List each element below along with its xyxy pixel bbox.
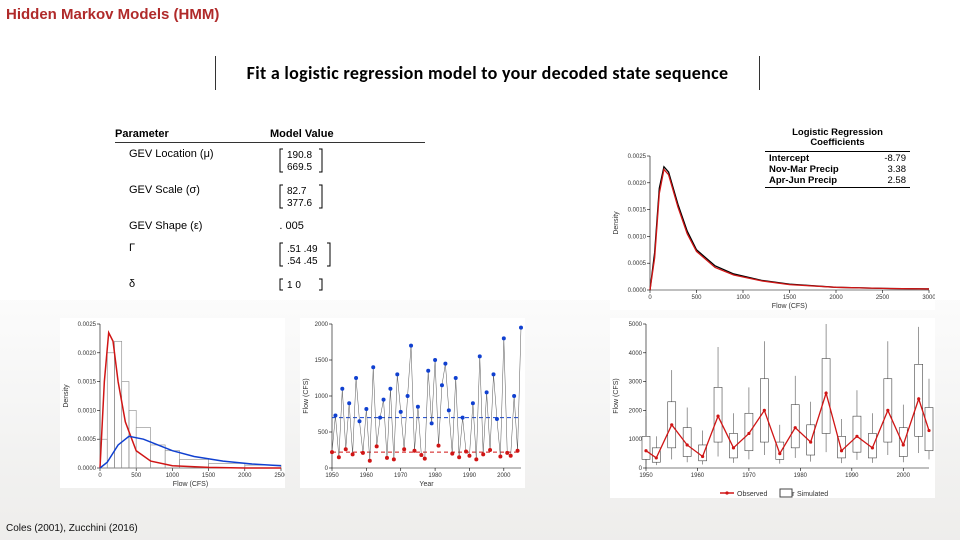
svg-text:1500: 1500 [783,295,797,301]
svg-text:1990: 1990 [845,473,859,479]
parameter-table: Parameter Model Value GEV Location (μ) 1… [115,128,425,297]
svg-text:0.0005: 0.0005 [628,261,647,267]
svg-text:669.5: 669.5 [287,162,312,173]
svg-text:0.0015: 0.0015 [628,208,647,214]
svg-text:2000: 2000 [315,322,329,328]
lr-title-1: Logistic Regression [792,127,883,138]
svg-text:Simulated: Simulated [797,491,828,498]
svg-text:1970: 1970 [742,473,756,479]
logistic-regression-table: Logistic Regression Coefficients Interce… [765,128,910,189]
svg-text:0.0020: 0.0020 [628,181,647,187]
svg-text:2000: 2000 [238,473,252,479]
svg-text:1500: 1500 [202,473,216,479]
table-row: Γ .51 .49.54 .45 [115,237,425,273]
svg-text:0.0025: 0.0025 [628,154,647,160]
svg-text:Flow (CFS): Flow (CFS) [613,378,620,413]
svg-text:0.0015: 0.0015 [78,380,97,386]
svg-text:377.6: 377.6 [287,198,312,209]
svg-text:Flow (CFS): Flow (CFS) [173,481,208,488]
svg-text:2500: 2500 [274,473,285,479]
svg-text:.51 .49: .51 .49 [287,244,318,255]
svg-text:0.0020: 0.0020 [78,351,97,357]
svg-text:1000: 1000 [315,394,329,400]
svg-text:Density: Density [63,384,70,408]
lr-title-2: Coefficients [810,137,864,148]
svg-text:0: 0 [648,295,652,301]
svg-text:1980: 1980 [428,473,442,479]
svg-text:1500: 1500 [315,358,329,364]
svg-text:500: 500 [131,473,142,479]
svg-text:Year: Year [419,481,434,488]
svg-text:1 0: 1 0 [287,280,301,291]
svg-text:.54 .45: .54 .45 [287,256,318,267]
svg-text:190.8: 190.8 [287,150,312,161]
svg-text:1950: 1950 [639,473,653,479]
svg-text:1000: 1000 [736,295,750,301]
svg-text:0: 0 [325,466,329,472]
svg-text:0.0010: 0.0010 [628,234,647,240]
svg-text:3000: 3000 [922,295,935,301]
svg-text:0.0010: 0.0010 [78,408,97,414]
svg-text:Flow (CFS): Flow (CFS) [303,378,310,413]
svg-text:4000: 4000 [629,351,643,357]
svg-text:Flow (CFS): Flow (CFS) [772,303,807,310]
svg-text:Density: Density [613,211,620,235]
table-row: Intercept-8.79 [765,153,910,164]
svg-text:1980: 1980 [794,473,808,479]
main-heading: Fit a logistic regression model to your … [234,62,741,84]
svg-text:1970: 1970 [394,473,408,479]
svg-text:Observed: Observed [737,491,767,498]
svg-text:5000: 5000 [629,322,643,328]
svg-text:0.0000: 0.0000 [78,466,97,472]
value-header: Model Value [270,128,420,140]
svg-text:1000: 1000 [166,473,180,479]
svg-text:1000: 1000 [629,437,643,443]
table-row: GEV Shape (ε). 005 [115,215,425,237]
table-row: GEV Scale (σ) 82.7377.6 [115,179,425,215]
chart-density-two-state: 0 500 1000 1500 2000 2500 0.0000 0.0005 0.0010 0.… [60,318,285,488]
svg-text:1990: 1990 [463,473,477,479]
table-row: Nov-Mar Precip3.38 [765,164,910,175]
svg-text:0.0025: 0.0025 [78,322,97,328]
svg-text:2500: 2500 [876,295,890,301]
param-header: Parameter [115,128,270,140]
svg-text:0: 0 [98,473,102,479]
svg-text:2000: 2000 [497,473,511,479]
citation: Coles (2001), Zucchini (2016) [6,523,138,534]
svg-text:2000: 2000 [629,408,643,414]
svg-text:82.7: 82.7 [287,186,307,197]
table-row: GEV Location (μ) 190.8669.5 [115,143,425,179]
svg-text:1950: 1950 [325,473,339,479]
heading-divider-box: Fit a logistic regression model to your … [215,56,760,90]
svg-text:3000: 3000 [629,380,643,386]
svg-text:0.0000: 0.0000 [628,288,647,294]
slide-title: Hidden Markov Models (HMM) [6,6,219,23]
table-row: δ 1 0 [115,273,425,297]
chart-timeseries-states: 1950 1960 1970 1980 1990 2000 0 500 1000 1500 2000… [300,318,525,488]
svg-text:500: 500 [318,430,329,436]
table-row: Apr-Jun Precip2.58 [765,175,910,186]
svg-text:0.0005: 0.0005 [78,437,97,443]
svg-text:1960: 1960 [360,473,374,479]
svg-text:2000: 2000 [829,295,843,301]
chart-boxplot-sim: 1950 1960 1970 1980 1990 2000 0 1000 2000 3000 400… [610,318,935,498]
svg-text:500: 500 [691,295,702,301]
svg-text:2000: 2000 [897,473,911,479]
svg-text:1960: 1960 [691,473,705,479]
svg-text:0: 0 [639,466,643,472]
